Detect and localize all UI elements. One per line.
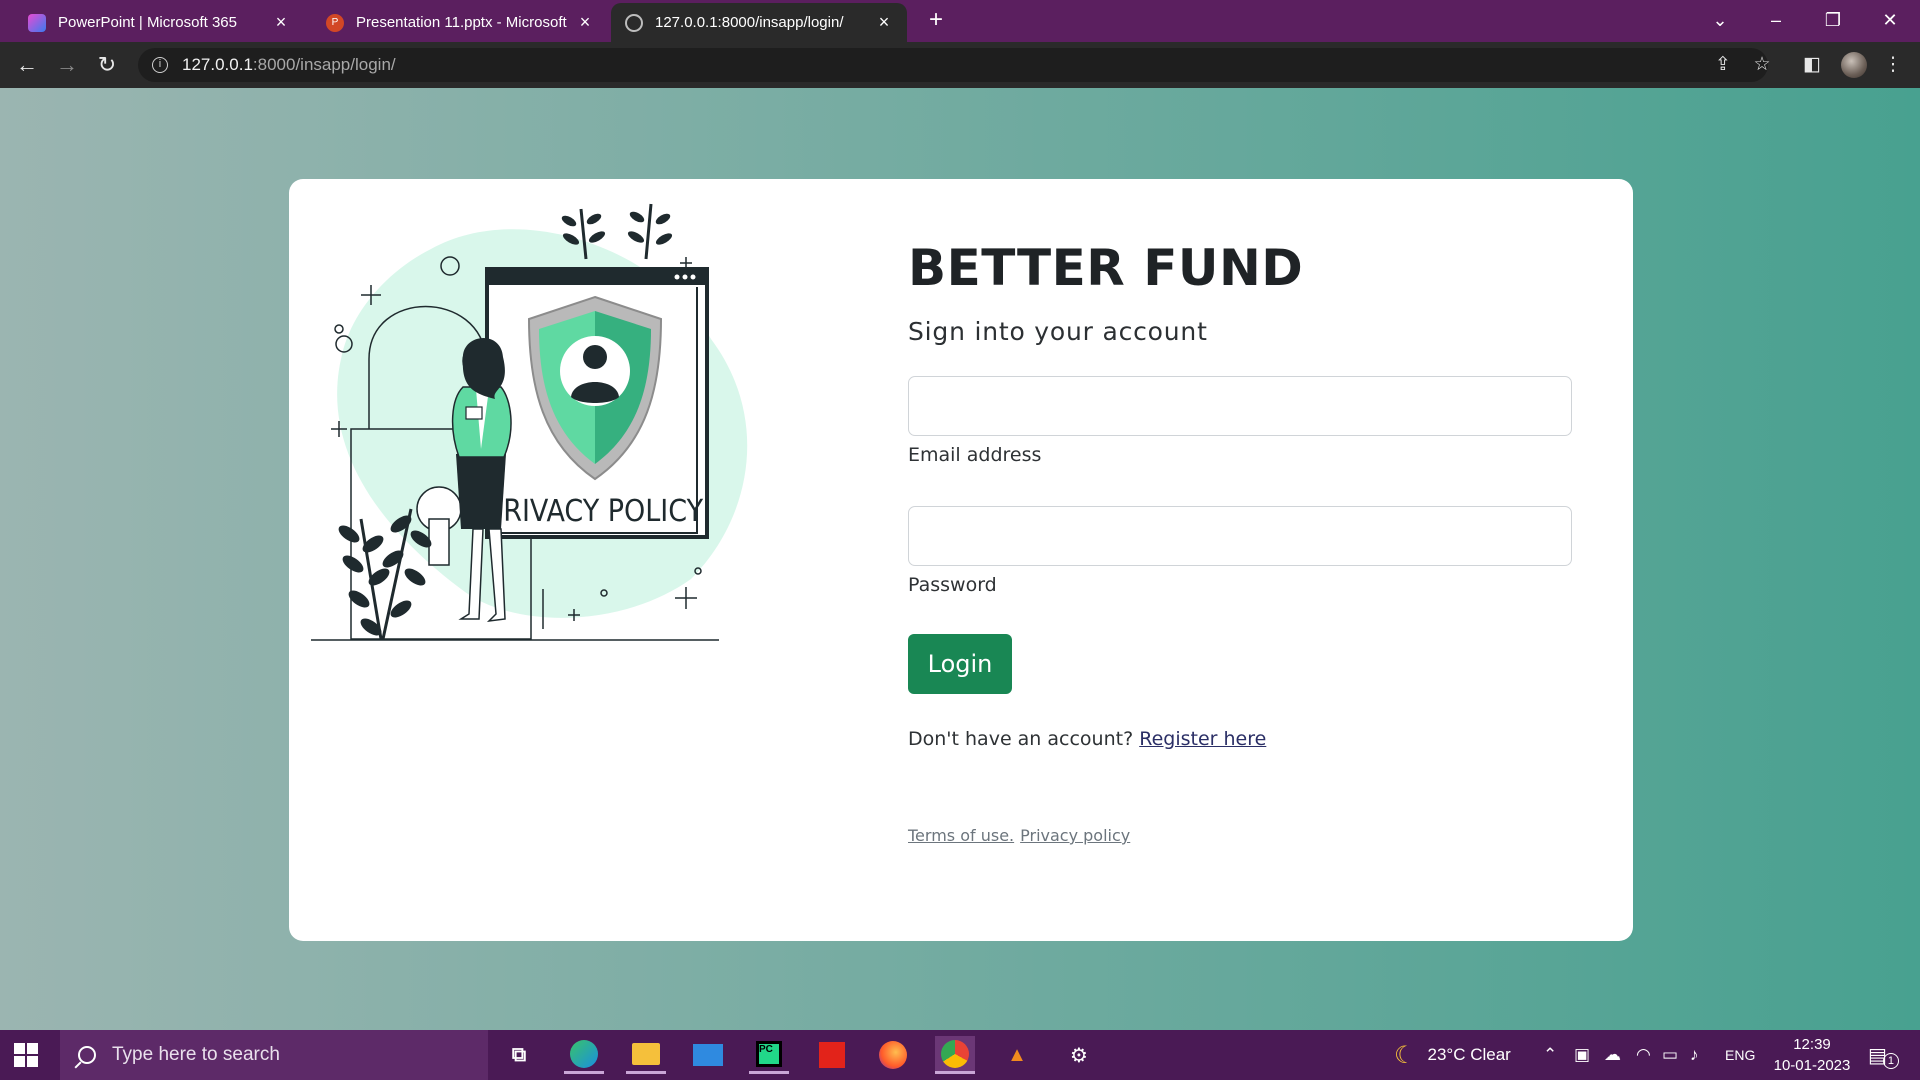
login-card: PRIVACY POLICY BETTER FUND Sign into you… bbox=[289, 179, 1633, 941]
privacy-policy-link[interactable]: Privacy policy bbox=[1020, 826, 1130, 845]
task-view-icon[interactable]: ⧉ bbox=[499, 1036, 539, 1074]
forward-icon[interactable]: → bbox=[52, 50, 82, 80]
share-icon[interactable]: ⇪ bbox=[1710, 52, 1736, 78]
pycharm-icon[interactable]: PC bbox=[749, 1036, 789, 1074]
bookmark-star-icon[interactable]: ☆ bbox=[1749, 52, 1775, 78]
tab-powerpoint[interactable]: PowerPoint | Microsoft 365 × bbox=[14, 3, 304, 42]
microsoft365-icon bbox=[28, 13, 46, 32]
email-field[interactable] bbox=[908, 376, 1572, 436]
edge-icon[interactable] bbox=[564, 1036, 604, 1074]
address-bar[interactable]: i 127.0.0.1:8000/insapp/login/ bbox=[138, 48, 1768, 82]
browser-toolbar: ← → ↻ i 127.0.0.1:8000/insapp/login/ ⇪ ☆… bbox=[0, 42, 1920, 88]
meet-icon[interactable]: ▣ bbox=[1574, 1030, 1590, 1080]
close-icon[interactable]: × bbox=[576, 12, 594, 33]
restore-button[interactable]: ❐ bbox=[1805, 0, 1861, 40]
volume-icon[interactable]: ♪ bbox=[1690, 1030, 1699, 1080]
powerpoint-icon: P bbox=[326, 13, 344, 32]
menu-icon[interactable]: ⋮ bbox=[1880, 52, 1906, 78]
url-host: 127.0.0.1 bbox=[182, 55, 253, 74]
weather-widget[interactable]: ☾ 23°C Clear bbox=[1394, 1030, 1511, 1080]
acrobat-icon[interactable] bbox=[812, 1036, 852, 1074]
taskbar-clock[interactable]: 12:39 10-01-2023 bbox=[1762, 1034, 1862, 1076]
globe-icon bbox=[625, 13, 643, 32]
minimize-button[interactable]: – bbox=[1748, 0, 1804, 40]
onedrive-icon[interactable]: ☁ bbox=[1604, 1030, 1621, 1080]
tray-chevron-icon[interactable]: ⌃ bbox=[1543, 1030, 1557, 1080]
chrome-icon[interactable] bbox=[935, 1036, 975, 1074]
vlc-icon[interactable]: ▲ bbox=[997, 1036, 1037, 1074]
file-explorer-icon[interactable] bbox=[626, 1036, 666, 1074]
search-placeholder: Type here to search bbox=[112, 1044, 280, 1065]
new-tab-button[interactable]: + bbox=[922, 6, 950, 34]
notification-count: 1 bbox=[1882, 1053, 1899, 1069]
moon-icon: ☾ bbox=[1394, 1041, 1416, 1069]
tab-login[interactable]: 127.0.0.1:8000/insapp/login/ × bbox=[611, 3, 907, 42]
notifications-icon[interactable]: ▤ 1 bbox=[1868, 1030, 1899, 1080]
login-form: BETTER FUND Sign into your account Email… bbox=[908, 239, 1572, 845]
settings-gear-icon[interactable]: ⚙ bbox=[1059, 1036, 1099, 1074]
close-window-button[interactable]: ✕ bbox=[1862, 0, 1918, 40]
brand-title: BETTER FUND bbox=[908, 239, 1304, 297]
mail-icon[interactable] bbox=[688, 1036, 728, 1074]
email-label: Email address bbox=[908, 444, 1042, 466]
windows-taskbar: Type here to search ⧉ PC ▲ ⚙ ☾ 23°C Clea… bbox=[0, 1030, 1920, 1080]
info-icon[interactable]: i bbox=[152, 57, 168, 73]
language-indicator[interactable]: ENG bbox=[1725, 1030, 1755, 1080]
clock-time: 12:39 bbox=[1793, 1036, 1831, 1053]
url-path: :8000/insapp/login/ bbox=[252, 55, 396, 74]
password-label: Password bbox=[908, 574, 997, 596]
tab-presentation[interactable]: P Presentation 11.pptx - Microsoft × bbox=[312, 3, 608, 42]
close-icon[interactable]: × bbox=[272, 12, 290, 33]
reload-icon[interactable]: ↻ bbox=[92, 50, 122, 80]
taskbar-search[interactable]: Type here to search bbox=[60, 1030, 488, 1080]
login-button[interactable]: Login bbox=[908, 634, 1012, 694]
weather-text: 23°C Clear bbox=[1427, 1045, 1511, 1064]
privacy-policy-sign: PRIVACY POLICY bbox=[487, 494, 704, 529]
password-field[interactable] bbox=[908, 506, 1572, 566]
terms-link[interactable]: Terms of use. bbox=[908, 826, 1014, 845]
browser-tabstrip: PowerPoint | Microsoft 365 × P Presentat… bbox=[0, 0, 1920, 42]
register-prompt: Don't have an account? Register here bbox=[908, 728, 1572, 750]
close-icon[interactable]: × bbox=[875, 12, 893, 33]
tab-title: 127.0.0.1:8000/insapp/login/ bbox=[655, 14, 844, 31]
windows-start-icon[interactable] bbox=[14, 1043, 38, 1067]
tab-title: Presentation 11.pptx - Microsoft bbox=[356, 14, 567, 31]
tab-title: PowerPoint | Microsoft 365 bbox=[58, 14, 237, 31]
signin-subtitle: Sign into your account bbox=[908, 317, 1208, 346]
privacy-policy-illustration: PRIVACY POLICY bbox=[311, 203, 748, 641]
register-link[interactable]: Register here bbox=[1139, 728, 1266, 750]
legal-links: Terms of use. Privacy policy bbox=[908, 826, 1572, 845]
tab-search-icon[interactable]: ⌄ bbox=[1692, 0, 1748, 40]
page-viewport: PRIVACY POLICY BETTER FUND Sign into you… bbox=[0, 88, 1920, 1030]
back-icon[interactable]: ← bbox=[12, 50, 42, 80]
wifi-icon[interactable]: ◠ bbox=[1636, 1030, 1651, 1080]
side-panel-icon[interactable]: ◧ bbox=[1799, 52, 1825, 78]
profile-avatar[interactable] bbox=[1841, 52, 1867, 78]
firefox-icon[interactable] bbox=[873, 1036, 913, 1074]
register-prompt-text: Don't have an account? bbox=[908, 728, 1140, 750]
clock-date: 10-01-2023 bbox=[1773, 1057, 1851, 1074]
search-icon bbox=[78, 1046, 96, 1064]
battery-icon[interactable]: ▭ bbox=[1662, 1030, 1678, 1080]
